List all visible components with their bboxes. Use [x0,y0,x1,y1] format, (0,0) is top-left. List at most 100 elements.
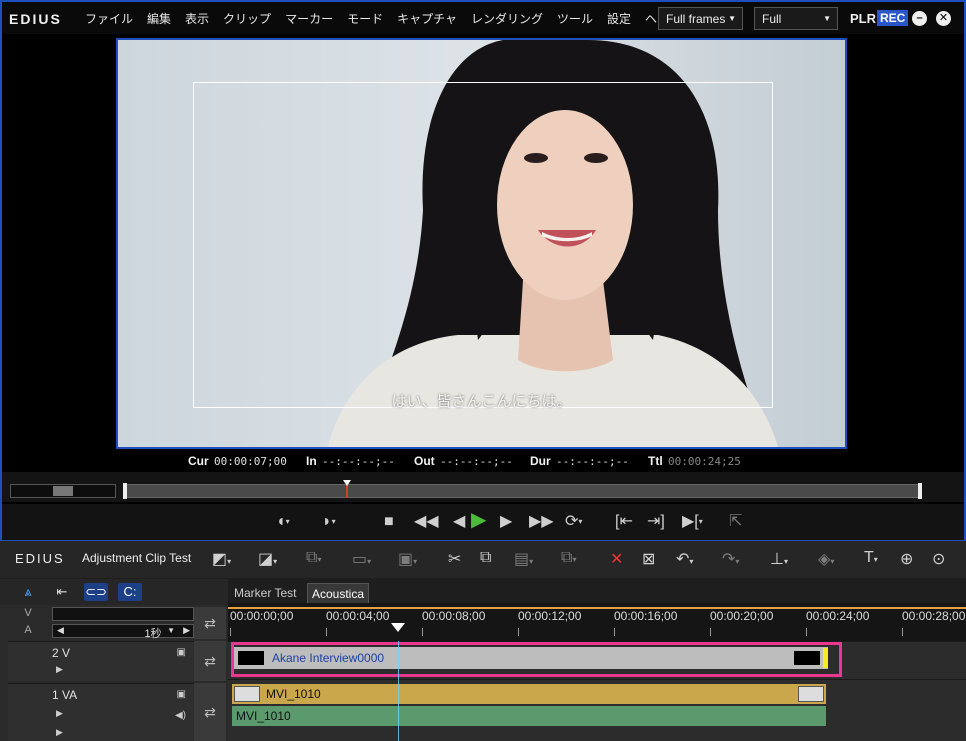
zoom-right-icon[interactable]: ▶ [183,625,190,636]
timeline-toolbar: EDIUS Adjustment Clip Test ◩▾ ◪▾ ⧉▾ ▭▾ ▣… [0,541,966,578]
shuttle-knob[interactable] [53,486,73,496]
video-clip[interactable]: MVI_1010 [232,684,826,704]
shuttle-slider[interactable] [10,484,116,498]
capture-icon[interactable]: ⊕ [900,549,913,569]
ruler-tick [710,628,711,636]
add-marker-icon[interactable]: ⊥▾ [770,549,788,569]
lane-1va: MVI_1010 MVI_1010 [228,679,966,741]
ttl-label: Ttl [648,454,663,468]
marker-jump-icon[interactable]: ▶[▾ [682,513,703,531]
menu-tools[interactable]: ツール [550,10,600,27]
timeline-playhead-handle[interactable] [391,623,405,632]
video-mute-icon[interactable]: ▣ [177,689,186,700]
expand-icon[interactable]: ▶ [56,727,63,738]
sync-lock-icon[interactable]: ⩓ [16,583,40,601]
zoom-left-icon[interactable]: ◀ [57,625,64,636]
menu-clip[interactable]: クリップ [216,10,278,27]
ruler-tick [230,628,231,636]
time-ruler[interactable]: 00:00:00;00 00:00:04;00 00:00:08;00 00:0… [228,603,966,641]
video-preview: はい、皆さんこんにちは。 [116,38,847,449]
group-icon[interactable]: C: [118,583,142,601]
fast-forward-icon[interactable]: ▶▶ [529,513,554,531]
voiceover-icon[interactable]: ⊙ [932,549,945,569]
video-mute-icon[interactable]: ▣ [177,647,186,658]
play-icon[interactable]: ▶ [471,510,486,530]
rewind-icon[interactable]: ◀◀ [414,513,439,531]
scrub-playhead-handle[interactable] [343,480,351,486]
plr-button[interactable]: PLR [850,11,876,26]
undo-icon[interactable]: ↶▾ [676,549,693,569]
zoom-selector[interactable]: ◀ 1秒 ▼ ▶ [52,624,194,640]
selection-highlight [231,642,842,677]
menu-settings[interactable]: 設定 [600,10,638,27]
ruler-label: 00:00:00;00 [230,609,294,623]
ruler-tick [422,628,423,636]
menu-render[interactable]: レンダリング [464,10,550,27]
track-header-1va[interactable]: 1 VA ▶ ▶ ▣ ◀) [8,683,194,741]
menu-capture[interactable]: キャプチャ [390,10,464,27]
position-bar[interactable] [123,483,922,499]
insert-mode-icon[interactable]: ⇤ [50,583,74,601]
rec-button[interactable]: REC [877,10,909,26]
cut-icon[interactable]: ✂ [448,549,461,569]
project-settings-icon[interactable]: ⧉▾ [306,549,321,567]
paste-icon[interactable]: ▤▾ [514,549,533,569]
menu-file[interactable]: ファイル [78,10,140,27]
menu-marker[interactable]: マーカー [278,10,340,27]
close-icon[interactable]: ✕ [936,11,951,26]
redo-icon[interactable]: ↷▾ [722,549,739,569]
paste-attributes-icon[interactable]: ⧉▾ [561,549,576,567]
menu-edit[interactable]: 編集 [140,10,178,27]
expand-icon[interactable]: ▶ [56,664,63,675]
overwrite-to-timeline-icon[interactable]: ⇥] [647,513,665,531]
player-window: EDIUS ファイル 編集 表示 クリップ マーカー モード キャプチャ レンダ… [0,0,966,541]
film-icon [234,686,260,702]
stop-icon[interactable]: ■ [384,513,394,531]
quality-dropdown-value: Full [762,12,782,26]
v-patch-box[interactable] [52,607,194,621]
timeline-playhead[interactable] [398,641,399,741]
quality-dropdown[interactable]: Full ▼ [754,7,838,30]
timecode-bar: Cur 00:00:07;00 In --:--:--;-- Out --:--… [2,452,964,470]
swap-icon[interactable]: ⇄ [194,607,226,639]
swap-icon[interactable]: ⇄ [194,641,226,681]
ttl-value: 00:00:24;25 [668,455,741,468]
frames-dropdown[interactable]: Full frames ▼ [658,7,743,30]
ripple-delete-icon[interactable]: ⊠ [642,549,655,569]
adjustment-clip[interactable]: Akane Interview0000 [231,642,842,677]
position-bar-start [123,483,127,499]
track-header-2v[interactable]: 2 V ▶ ▣ [8,641,194,681]
insert-to-timeline-icon[interactable]: [⇤ [615,513,633,531]
link-icon[interactable]: ⊂⊃ [84,583,108,601]
set-in-icon[interactable]: ◖▾ [276,513,290,531]
new-project-icon[interactable]: ◩▾ [212,549,231,569]
v-row: V [8,607,194,621]
loop-play-icon[interactable]: ⟳▾ [565,513,582,531]
export-icon[interactable]: ⇱ [729,513,742,531]
set-out-icon[interactable]: ◗▾ [322,513,336,531]
swap-icon[interactable]: ⇄ [194,683,226,741]
tab-marker-test[interactable]: Marker Test [230,583,300,603]
out-value: --:--:--;-- [440,455,513,468]
delete-icon[interactable]: ✕ [610,549,623,569]
cur-value: 00:00:07;00 [214,455,287,468]
new-sequence-icon[interactable]: ◪▾ [258,549,277,569]
position-bar-end [918,483,922,499]
audio-clip[interactable]: MVI_1010 [232,706,826,726]
step-forward-icon[interactable]: ▶ [500,513,512,531]
effect-icon[interactable]: ◈▾ [818,549,834,569]
track-header-panel: ⩓ ⇤ ⊂⊃ C: V A ◀ 1秒 ▼ ▶ ⇄ 2 V ▶ ▣ ⇄ 1 VA … [0,579,228,741]
menu-view[interactable]: 表示 [178,10,216,27]
clip-label: MVI_1010 [266,687,321,701]
menu-mode[interactable]: モード [340,10,390,27]
tab-acoustica[interactable]: Acoustica [307,583,370,603]
copy-icon[interactable]: ⧉ [480,549,491,567]
title-icon[interactable]: T▾ [864,549,878,567]
minimize-icon[interactable]: – [912,11,927,26]
save-icon[interactable]: ▣▾ [398,549,417,569]
audio-mute-icon[interactable]: ◀) [175,710,186,721]
chevron-down-icon[interactable]: ▼ [167,626,175,635]
open-icon[interactable]: ▭▾ [352,549,371,569]
expand-icon[interactable]: ▶ [56,708,63,719]
step-back-icon[interactable]: ◀ [453,513,465,531]
